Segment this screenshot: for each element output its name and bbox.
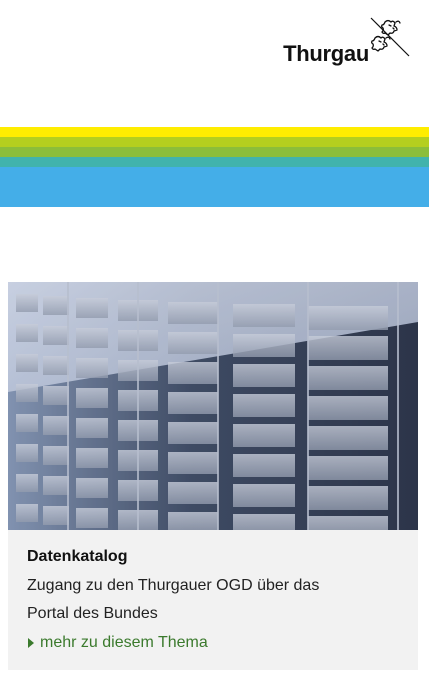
teal-stripe [0, 157, 429, 167]
card-body: Datenkatalog Zugang zu den Thurgauer OGD… [8, 530, 418, 656]
color-stripes [0, 127, 429, 207]
yellow-stripe [0, 127, 429, 137]
green-stripe [0, 147, 429, 157]
card-description: Zugang zu den Thurgauer OGD über das Por… [27, 572, 399, 628]
datenkatalog-card[interactable]: Datenkatalog Zugang zu den Thurgauer OGD… [8, 282, 418, 670]
card-description-line2: Portal des Bundes [27, 605, 158, 622]
thurgau-logo[interactable]: Thurgau [283, 16, 411, 67]
lime-stripe [0, 137, 429, 147]
more-on-topic-link[interactable]: mehr zu diesem Thema [27, 630, 399, 656]
card-title: Datenkatalog [27, 548, 128, 565]
server-rack-storage-photo [8, 282, 418, 530]
blue-stripe [0, 167, 429, 207]
logo-text: Thurgau [283, 41, 369, 66]
link-label: mehr zu diesem Thema [40, 634, 208, 651]
card-description-line1: Zugang zu den Thurgauer OGD über das [27, 577, 320, 594]
lion-coat-of-arms-icon [370, 17, 410, 57]
site-header: Thurgau [0, 0, 429, 100]
triangle-right-icon [28, 638, 34, 648]
